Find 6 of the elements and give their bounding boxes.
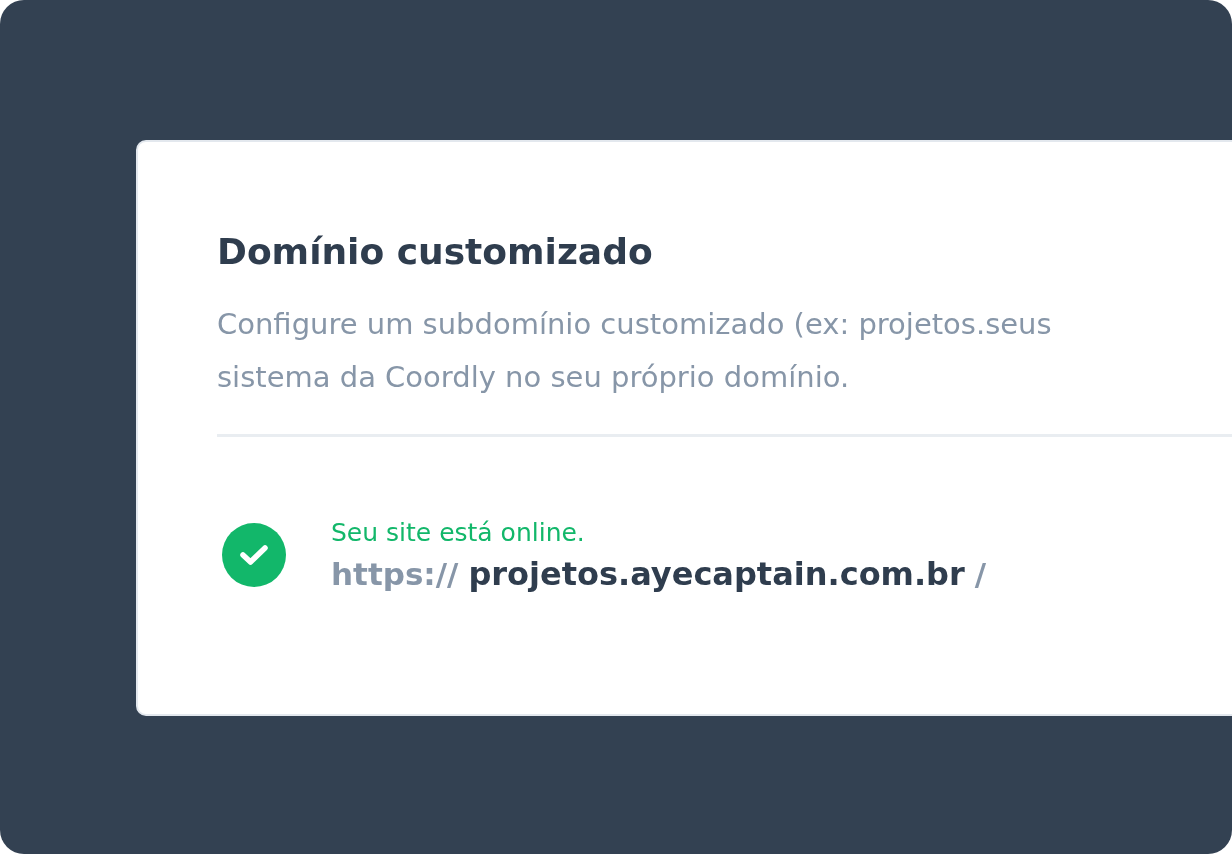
url-scheme: https:// [331,556,459,592]
url-suffix: / [974,556,987,592]
card-description: Configure um subdomínio customizado (ex: projetos.seus sistema da Coordly no seu próprio domínio. [217,306,1053,396]
status-message: Seu site está online. [331,517,586,549]
card-title: Domínio customizado [217,230,654,274]
domain-name: projetos.ayecaptain.com.br [468,555,965,593]
